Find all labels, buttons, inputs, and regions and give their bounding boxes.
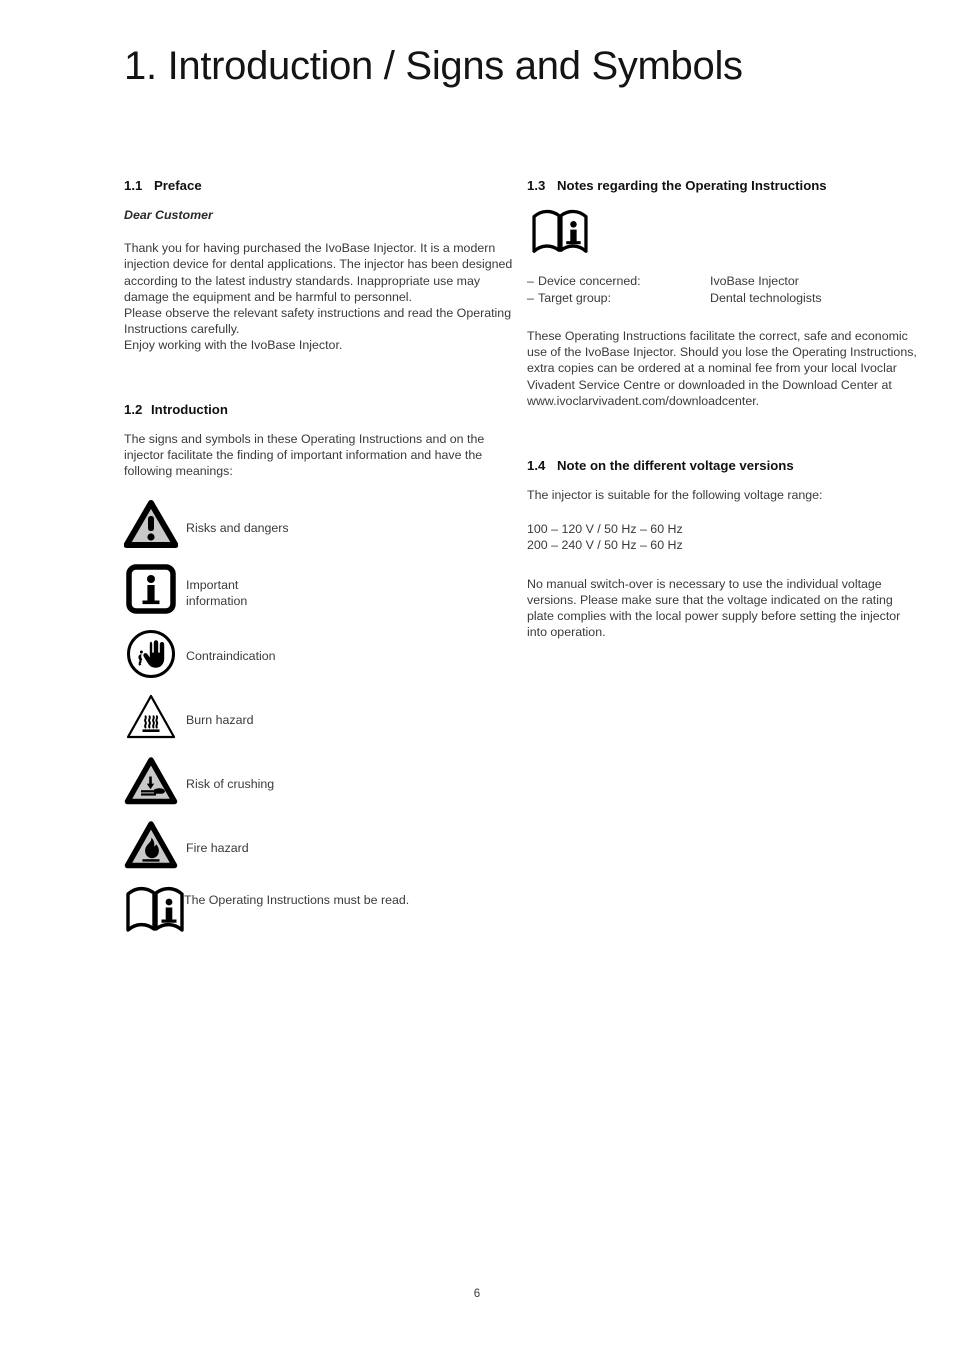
page-number: 6	[473, 1288, 481, 1300]
warning-triangle-icon	[124, 500, 178, 548]
section-heading-introduction: 1.2 Introduction	[124, 402, 514, 417]
symbol-label: Risks and dangers	[186, 521, 289, 535]
section-heading-notes: 1.3 Notes regarding the Operating Instru…	[527, 178, 917, 193]
operating-instructions-book-icon	[529, 207, 917, 257]
symbol-label: Fire hazard	[186, 841, 249, 855]
left-column: 1.1 Preface Dear Customer Thank you for …	[124, 178, 514, 479]
section-heading-preface: 1.1 Preface	[124, 178, 514, 193]
preface-body: Thank you for having purchased the IvoBa…	[124, 241, 513, 353]
right-column: 1.3 Notes regarding the Operating Instru…	[527, 178, 917, 640]
list-item: Important information	[124, 564, 524, 628]
section-title: Preface	[154, 178, 202, 193]
symbol-label: Important information	[186, 578, 248, 608]
read-instructions-book-icon	[124, 884, 186, 936]
section-title: Introduction	[151, 401, 228, 417]
section-title: Notes regarding the Operating Instructio…	[557, 178, 827, 193]
information-box-icon	[124, 564, 178, 614]
list-item: Risks and dangers	[124, 500, 524, 564]
burn-hazard-icon	[124, 692, 178, 742]
definition-row-device: – Device concerned: IvoBase Injector	[527, 273, 917, 290]
crushing-hazard-icon	[124, 756, 178, 806]
symbol-label: Burn hazard	[186, 713, 254, 727]
list-item: Fire hazard	[124, 820, 524, 884]
section-title: Note on the different voltage versions	[557, 458, 794, 474]
bullet-dash: –	[527, 274, 534, 288]
preface-salutation: Dear Customer	[124, 208, 213, 222]
definition-row-target-group: – Target group: Dental technologists	[527, 290, 917, 307]
fire-hazard-icon	[124, 820, 178, 870]
document-page: 1. Introduction / Signs and Symbols 1.1 …	[0, 0, 954, 1350]
voltage-body: No manual switch-over is necessary to us…	[527, 576, 901, 640]
list-item: Burn hazard	[124, 692, 524, 756]
voltage-range-100-120: 100 – 120 V / 50 Hz – 60 Hz	[527, 522, 683, 537]
section-number: 1.1	[124, 178, 143, 193]
section-heading-voltage: 1.4 Note on the different voltage versio…	[527, 458, 917, 473]
voltage-range-200-240: 200 – 240 V / 50 Hz – 60 Hz	[527, 538, 683, 553]
list-item: Contraindication	[124, 628, 524, 692]
notes-body: These Operating Instructions facilitate …	[527, 329, 917, 408]
introduction-body: The signs and symbols in these Operating…	[124, 431, 485, 479]
symbol-label: The Operating Instructions must be read.	[184, 893, 410, 907]
bullet-dash: –	[527, 290, 534, 305]
symbol-legend-list: Risks and dangers Important information	[124, 500, 524, 942]
list-item: The Operating Instructions must be read.	[124, 884, 524, 942]
symbol-label: Risk of crushing	[186, 777, 275, 791]
section-number: 1.3	[527, 178, 546, 193]
definition-term: Target group:	[538, 290, 612, 305]
section-number: 1.2	[124, 401, 143, 417]
symbol-label: Contraindication	[186, 649, 276, 663]
contraindication-hand-icon	[124, 628, 178, 680]
list-item: Risk of crushing	[124, 756, 524, 820]
page-title: 1. Introduction / Signs and Symbols	[124, 44, 743, 88]
section-number: 1.4	[527, 458, 546, 474]
definition-value: IvoBase Injector	[710, 274, 799, 288]
definition-value: Dental technologists	[710, 290, 822, 305]
voltage-intro: The injector is suitable for the followi…	[527, 488, 823, 503]
definition-term: Device concerned:	[538, 274, 641, 288]
